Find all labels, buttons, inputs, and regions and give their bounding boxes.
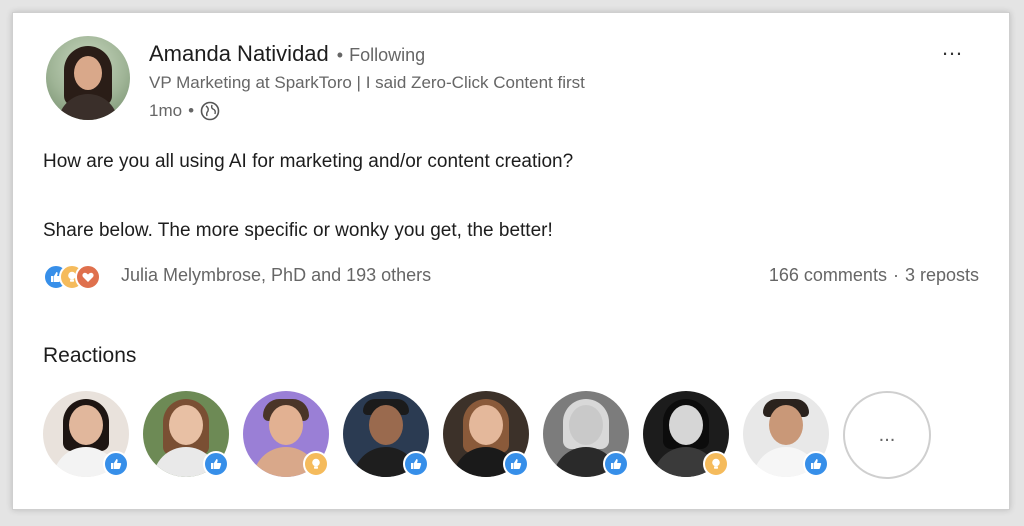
avatar-face xyxy=(369,405,403,445)
following-status[interactable]: Following xyxy=(349,45,425,66)
avatar-face xyxy=(169,405,203,445)
avatar-face xyxy=(74,56,102,90)
author-row: Amanda Natividad • Following xyxy=(149,41,425,67)
avatar-face xyxy=(569,405,603,445)
meta-separator: • xyxy=(188,101,195,120)
engagement-counts: 166 comments · 3 reposts xyxy=(769,265,979,286)
counts-separator: · xyxy=(892,265,899,285)
reposts-count[interactable]: 3 reposts xyxy=(905,265,979,286)
like-icon xyxy=(203,451,229,477)
insightful-icon xyxy=(703,451,729,477)
like-icon xyxy=(403,451,429,477)
social-counts-bar: Julia Melymbrose, PhD and 193 others 166… xyxy=(43,263,979,290)
reactions-heading: Reactions xyxy=(43,344,137,367)
reactors-list: ... xyxy=(43,391,943,481)
post-text-line-2: Share below. The more specific or wonky … xyxy=(43,220,553,241)
avatar-face xyxy=(769,405,803,445)
avatar-face xyxy=(269,405,303,445)
like-icon xyxy=(803,451,829,477)
more-options-button[interactable]: … xyxy=(941,35,964,61)
reactors-summary[interactable]: Julia Melymbrose, PhD and 193 others xyxy=(121,265,431,286)
more-reactors-button[interactable]: ... xyxy=(843,391,931,479)
globe-icon xyxy=(200,101,220,121)
comments-count[interactable]: 166 comments xyxy=(769,265,887,286)
author-avatar[interactable] xyxy=(46,36,130,120)
love-icon xyxy=(75,264,101,290)
insightful-icon xyxy=(303,451,329,477)
avatar-face xyxy=(669,405,703,445)
post-card: Amanda Natividad • Following VP Marketin… xyxy=(12,12,1010,510)
author-name[interactable]: Amanda Natividad xyxy=(149,41,329,67)
post-text-line-1: How are you all using AI for marketing a… xyxy=(43,151,574,172)
author-headline: VP Marketing at SparkToro | I said Zero-… xyxy=(149,73,585,92)
post-meta: 1mo • xyxy=(149,101,220,121)
reaction-icons[interactable] xyxy=(43,264,113,290)
like-icon xyxy=(103,451,129,477)
avatar-face xyxy=(69,405,103,445)
like-icon xyxy=(603,451,629,477)
like-icon xyxy=(503,451,529,477)
name-separator: • xyxy=(336,45,344,65)
avatar-face xyxy=(469,405,503,445)
post-time: 1mo xyxy=(149,101,183,120)
